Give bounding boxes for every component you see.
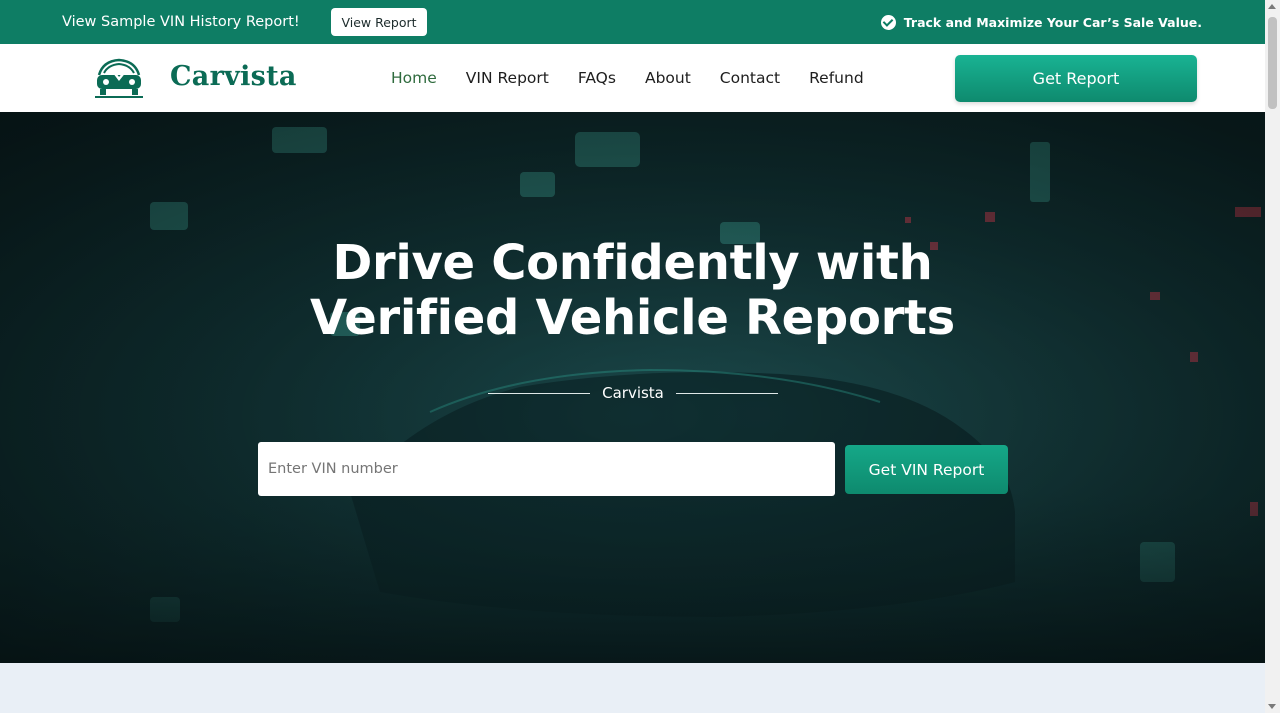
get-report-button[interactable]: Get Report (955, 55, 1197, 102)
hero-section: Drive Confidently with Verified Vehicle … (0, 112, 1265, 663)
view-report-button[interactable]: View Report (331, 8, 427, 36)
nav-home[interactable]: Home (391, 69, 437, 87)
page-scrollbar[interactable] (1265, 0, 1280, 713)
promo-right: Track and Maximize Your Car’s Sale Value… (880, 0, 1202, 44)
main-nav: Home VIN Report FAQs About Contact Refun… (391, 44, 893, 112)
nav-about[interactable]: About (645, 69, 691, 87)
hero-title: Drive Confidently with Verified Vehicle … (0, 236, 1265, 346)
divider-line-left (488, 392, 591, 394)
logo-text: Carvista (170, 61, 297, 92)
site-header: Carvista Home VIN Report FAQs About Cont… (0, 44, 1265, 112)
nav-contact[interactable]: Contact (720, 69, 780, 87)
promo-bar: View Sample VIN History Report! View Rep… (0, 0, 1265, 44)
vin-input[interactable] (258, 442, 835, 496)
logo[interactable]: Carvista (93, 57, 296, 101)
divider-line-right (675, 392, 778, 394)
nav-refund[interactable]: Refund (809, 69, 864, 87)
nav-faqs[interactable]: FAQs (578, 69, 616, 87)
check-circle-icon (880, 14, 896, 30)
scroll-up-arrow-icon[interactable] (1268, 4, 1276, 9)
promo-text[interactable]: View Sample VIN History Report! (62, 14, 300, 30)
car-logo-icon (95, 58, 143, 98)
nav-vin-report[interactable]: VIN Report (466, 69, 549, 87)
promo-right-text: Track and Maximize Your Car’s Sale Value… (903, 14, 1202, 30)
hero-divider: Carvista (483, 382, 783, 404)
promo-left: View Sample VIN History Report! (62, 0, 300, 44)
scroll-down-arrow-icon[interactable] (1268, 704, 1276, 709)
scroll-thumb[interactable] (1268, 17, 1277, 109)
get-vin-report-button[interactable]: Get VIN Report (845, 445, 1008, 494)
hero-title-line2: Verified Vehicle Reports (310, 290, 955, 346)
hero-title-line1: Drive Confidently with (332, 235, 933, 291)
divider-label: Carvista (602, 384, 664, 402)
